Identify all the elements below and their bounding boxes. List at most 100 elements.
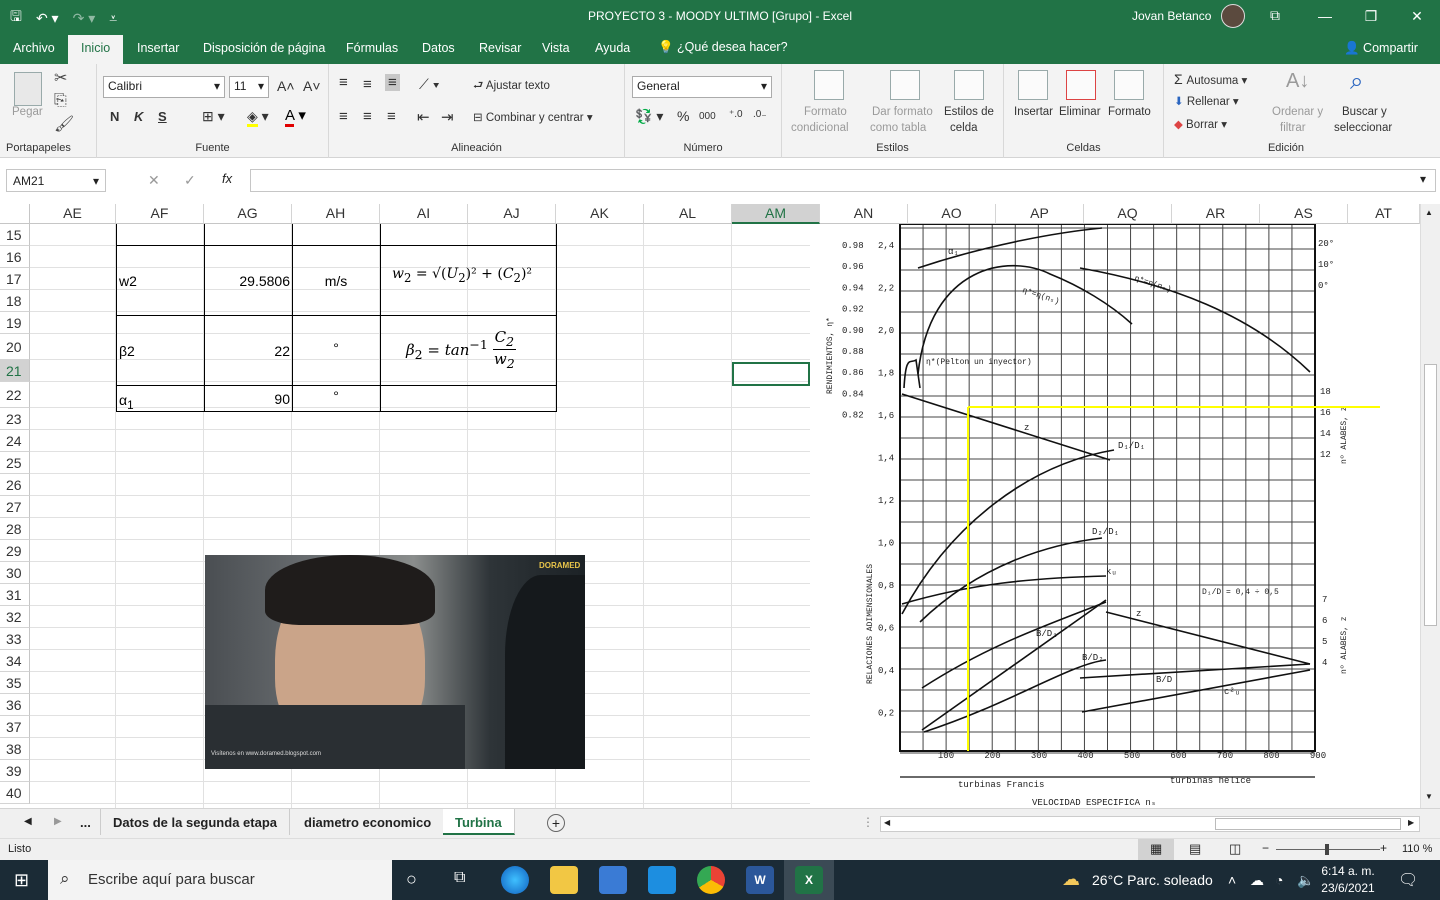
italic-button[interactable]: K <box>134 109 143 124</box>
column-header-ag[interactable]: AG <box>204 204 292 224</box>
align-right-icon[interactable]: ≡ <box>387 108 396 125</box>
column-header-ah[interactable]: AH <box>292 204 380 224</box>
enter-icon[interactable]: ✓ <box>184 172 196 189</box>
conditional-format-label-1[interactable]: Formato <box>804 106 847 118</box>
decrease-font-icon[interactable]: A˅ <box>303 78 321 94</box>
column-header-ap[interactable]: AP <box>996 204 1084 224</box>
minimize-icon[interactable]: — <box>1302 0 1348 32</box>
row-header-21[interactable]: 21 <box>0 360 30 382</box>
edge-icon[interactable] <box>501 866 529 894</box>
row-header-38[interactable]: 38 <box>0 738 30 760</box>
row-header-37[interactable]: 37 <box>0 716 30 738</box>
row-header-27[interactable]: 27 <box>0 496 30 518</box>
column-header-al[interactable]: AL <box>644 204 732 224</box>
find-select-label-1[interactable]: Buscar y <box>1342 106 1387 118</box>
scroll-right-icon[interactable]: ▶ <box>1408 818 1414 827</box>
row-header-40[interactable]: 40 <box>0 782 30 804</box>
copy-icon[interactable]: ⎘ <box>54 92 67 110</box>
scroll-left-icon[interactable]: ◀ <box>884 818 890 827</box>
scroll-tabs-right-icon[interactable]: ▶ <box>54 816 62 827</box>
clock[interactable]: 6:14 a. m. 23/6/2021 <box>1320 864 1376 895</box>
column-header-ak[interactable]: AK <box>556 204 644 224</box>
column-header-as[interactable]: AS <box>1260 204 1348 224</box>
row-header-28[interactable]: 28 <box>0 518 30 540</box>
format-table-label-1[interactable]: Dar formato <box>872 106 933 118</box>
page-layout-icon[interactable]: ▤ <box>1189 841 1201 857</box>
weather-icon[interactable]: ☁ <box>1062 869 1080 890</box>
volume-icon[interactable]: 🔈 <box>1297 872 1314 889</box>
cell-w2-value[interactable]: 29.5806 <box>204 273 290 289</box>
column-header-ao[interactable]: AO <box>908 204 996 224</box>
font-size-select[interactable]: 11 ▾ <box>229 76 269 98</box>
zoom-out-icon[interactable]: − <box>1262 841 1269 855</box>
row-header-25[interactable]: 25 <box>0 452 30 474</box>
format-cells-button[interactable]: Formato <box>1108 106 1151 118</box>
cell-styles-label-1[interactable]: Estilos de <box>944 106 994 118</box>
restore-icon[interactable]: ❐ <box>1348 0 1394 32</box>
sheet-tab-segunda-etapa[interactable]: Datos de la segunda etapa <box>100 809 290 835</box>
zoom-slider-thumb[interactable] <box>1325 844 1329 855</box>
avatar[interactable] <box>1221 4 1245 28</box>
accounting-icon[interactable]: 💱 ▾ <box>635 108 663 125</box>
underline-button[interactable]: S <box>158 109 167 124</box>
taskbar-search-box[interactable]: ⌕ Escribe aquí para buscar <box>48 860 392 900</box>
cell-beta2-value[interactable]: 22 <box>204 343 290 359</box>
mail-icon[interactable] <box>648 866 676 894</box>
tab-inicio[interactable]: Inicio <box>68 35 124 64</box>
tab-insertar[interactable]: Insertar <box>137 41 179 55</box>
equation-w2[interactable]: w2 = √(U2)² + (C2)² <box>392 266 532 285</box>
cell-alpha1-value[interactable]: 90 <box>204 391 290 407</box>
file-explorer-icon[interactable] <box>550 866 578 894</box>
cut-icon[interactable]: ✂ <box>54 68 67 88</box>
row-header-36[interactable]: 36 <box>0 694 30 716</box>
cell-alpha1-label[interactable]: α1 <box>119 392 134 412</box>
wifi-icon[interactable]: ◔ <box>1275 872 1283 888</box>
windows-start-icon[interactable]: ⊞ <box>14 870 29 891</box>
bold-button[interactable]: N <box>110 109 119 124</box>
row-header-30[interactable]: 30 <box>0 562 30 584</box>
column-header-ae[interactable]: AE <box>30 204 116 224</box>
autosum-button[interactable]: Σ Autosuma ▾ <box>1174 71 1247 87</box>
cell-w2-unit[interactable]: m/s <box>292 273 380 289</box>
cell-styles-label-2[interactable]: celda <box>950 122 978 134</box>
decrease-decimal-icon[interactable]: .0₋ <box>753 109 767 120</box>
row-header-35[interactable]: 35 <box>0 672 30 694</box>
scroll-down-icon[interactable]: ▼ <box>1425 792 1433 801</box>
align-middle-icon[interactable]: ≡ <box>363 76 372 93</box>
expand-formula-icon[interactable]: ▾ <box>1420 172 1426 186</box>
store-icon[interactable] <box>599 866 627 894</box>
name-box[interactable]: AM21 ▾ <box>6 169 106 192</box>
column-header-aj[interactable]: AJ <box>468 204 556 224</box>
row-header-19[interactable]: 19 <box>0 312 30 334</box>
cell-beta2-label[interactable]: β2 <box>119 343 135 359</box>
increase-decimal-icon[interactable]: ⁺.0 <box>729 109 743 120</box>
tab-vista[interactable]: Vista <box>542 41 570 55</box>
row-header-33[interactable]: 33 <box>0 628 30 650</box>
embedded-photo[interactable]: DORAMED Visítenos en www.doramed.blogspo… <box>205 555 585 769</box>
tab-archivo[interactable]: Archivo <box>13 41 55 55</box>
row-header-15[interactable]: 15 <box>0 224 30 246</box>
column-header-am[interactable]: AM <box>732 204 820 224</box>
function-icon[interactable]: fx <box>222 171 232 186</box>
align-bottom-icon[interactable]: ≡ <box>385 74 400 91</box>
column-header-ai[interactable]: AI <box>380 204 468 224</box>
format-table-label-2[interactable]: como tabla <box>870 122 926 134</box>
sheet-tab-diametro[interactable]: diametro economico <box>292 809 445 835</box>
notifications-icon[interactable]: 🗨 <box>1398 870 1418 890</box>
add-sheet-icon[interactable]: + <box>547 814 565 832</box>
row-header-17[interactable]: 17 <box>0 268 30 290</box>
word-icon[interactable]: W <box>746 866 774 894</box>
row-header-34[interactable]: 34 <box>0 650 30 672</box>
cell-w2-label[interactable]: w2 <box>119 273 137 289</box>
onedrive-icon[interactable]: ☁ <box>1250 872 1264 889</box>
font-name-select[interactable]: Calibri ▾ <box>103 76 225 98</box>
cancel-icon[interactable]: ✕ <box>148 172 160 189</box>
vertical-scrollbar[interactable]: ▲ ▼ <box>1420 204 1440 808</box>
row-header-32[interactable]: 32 <box>0 606 30 628</box>
excel-taskbar-button[interactable]: X <box>784 860 834 900</box>
tab-split-handle[interactable]: ⋮ <box>862 815 874 829</box>
task-view-icon[interactable]: ⧉ <box>454 869 465 887</box>
sort-filter-label-2[interactable]: filtrar <box>1280 122 1306 134</box>
increase-font-icon[interactable]: A˄ <box>277 78 295 94</box>
paste-icon[interactable] <box>14 72 42 106</box>
